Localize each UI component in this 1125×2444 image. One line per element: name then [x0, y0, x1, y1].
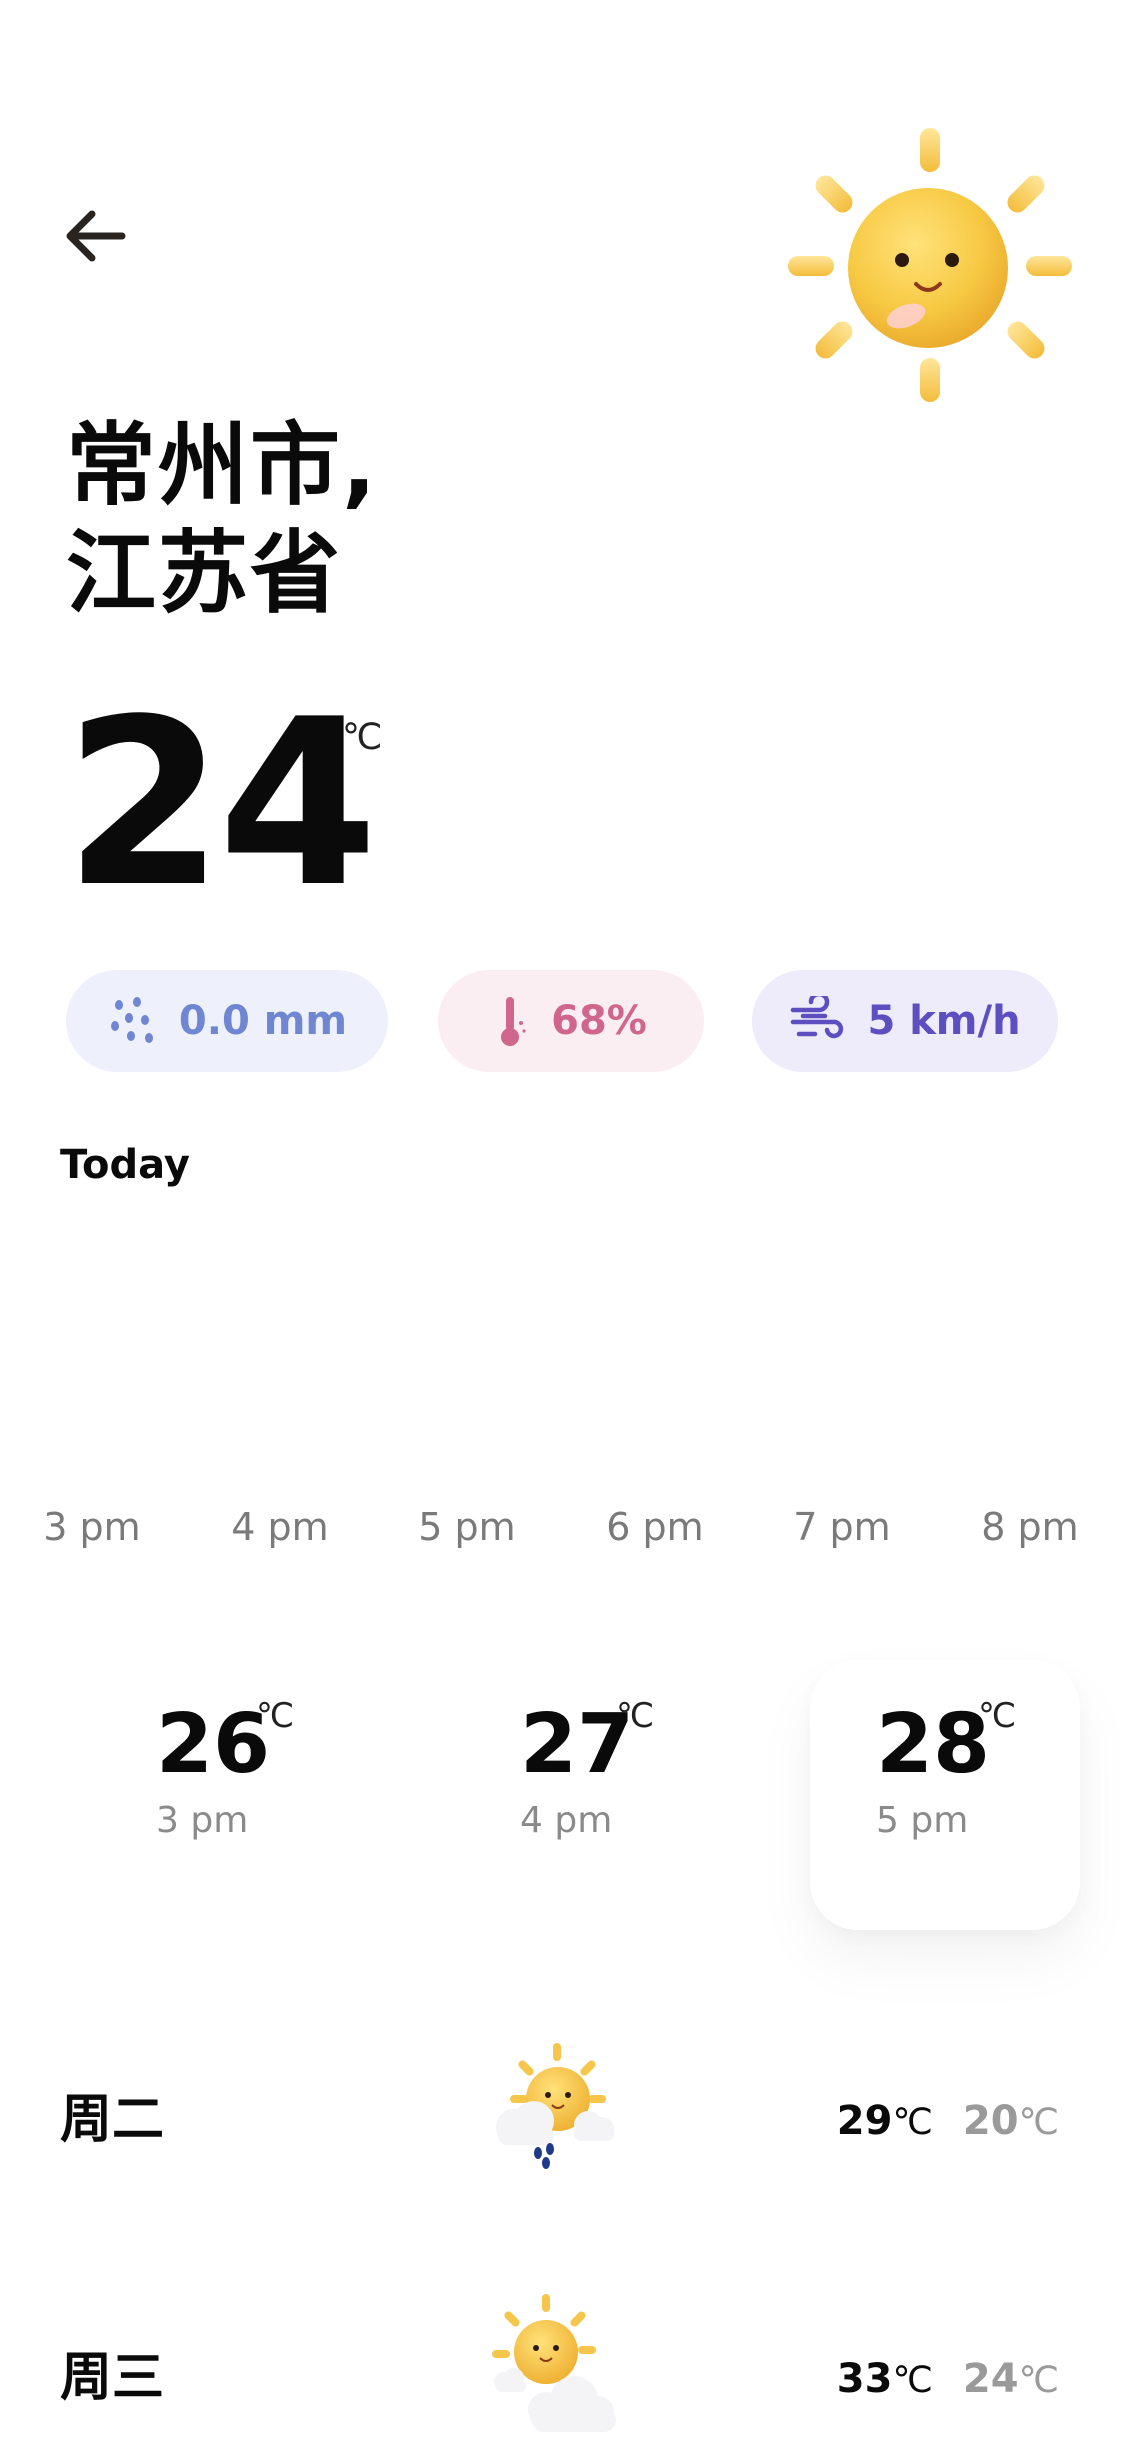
location-title: 常州市, 江苏省 [66, 412, 378, 628]
rain-value: 0.0 mm [178, 998, 348, 1044]
hourly-temp-unit: ℃ [256, 1696, 295, 1736]
daily-low: 24 [962, 2356, 1019, 2402]
daily-low: 20 [962, 2098, 1019, 2144]
hour-axis: 3 pm 4 pm 5 pm 6 pm 7 pm 8 pm [0, 1505, 1125, 1565]
hour-axis-label: 5 pm [418, 1505, 516, 1549]
hour-axis-label: 3 pm [43, 1505, 141, 1549]
location-province: 江苏省 [66, 521, 342, 626]
hourly-temp: 26 [156, 1697, 271, 1792]
wind-icon [791, 996, 844, 1039]
hour-axis-label: 6 pm [606, 1505, 704, 1549]
hourly-temp: 28 [876, 1697, 991, 1792]
location-city: 常州市, [66, 413, 379, 518]
hour-axis-label: 8 pm [981, 1505, 1079, 1549]
daily-high: 29 [836, 2098, 893, 2144]
daily-day-label: 周二 [60, 2090, 165, 2150]
daily-low-unit: ℃ [1018, 2102, 1059, 2143]
hourly-time: 4 pm [520, 1800, 613, 1841]
hourly-card-4pm[interactable]: 27 ℃ 4 pm [520, 1660, 790, 1930]
sun-cloud-rain-icon [480, 2035, 630, 2185]
daily-high-unit: ℃ [892, 2102, 933, 2143]
hourly-time: 3 pm [156, 1800, 249, 1841]
current-temperature: 24 [64, 671, 378, 938]
rain-pill: 0.0 mm [66, 970, 388, 1072]
hour-axis-label: 4 pm [231, 1505, 329, 1549]
humidity-value: 68% [551, 998, 647, 1044]
hourly-temp-unit: ℃ [616, 1696, 655, 1736]
daily-high-unit: ℃ [892, 2360, 933, 2401]
wind-value: 5 km/h [867, 998, 1021, 1044]
daily-low-unit: ℃ [1018, 2360, 1059, 2401]
sun-cloud-icon [474, 2290, 624, 2440]
daily-high: 33 [836, 2356, 893, 2402]
hourly-time: 5 pm [876, 1800, 969, 1841]
hour-axis-label: 7 pm [793, 1505, 891, 1549]
back-button[interactable] [54, 196, 134, 276]
sun-smiling-icon [780, 120, 1080, 420]
daily-day-label: 周三 [60, 2348, 165, 2408]
hourly-card-3pm[interactable]: 26 ℃ 3 pm [156, 1660, 426, 1930]
daily-temps: 29℃ 20℃ [837, 2096, 1059, 2148]
arrow-left-icon [66, 210, 126, 262]
hourly-card-5pm[interactable]: 28 ℃ 5 pm [810, 1660, 1080, 1930]
thermometer-icon [501, 997, 526, 1046]
current-temperature-unit: ℃ [342, 717, 383, 758]
daily-temps: 33℃ 24℃ [837, 2354, 1059, 2406]
humidity-pill: 68% [438, 970, 704, 1072]
hourly-temp-unit: ℃ [978, 1696, 1017, 1736]
rain-drops-icon [110, 997, 153, 1043]
wind-pill: 5 km/h [752, 970, 1058, 1072]
today-title: Today [60, 1142, 190, 1188]
